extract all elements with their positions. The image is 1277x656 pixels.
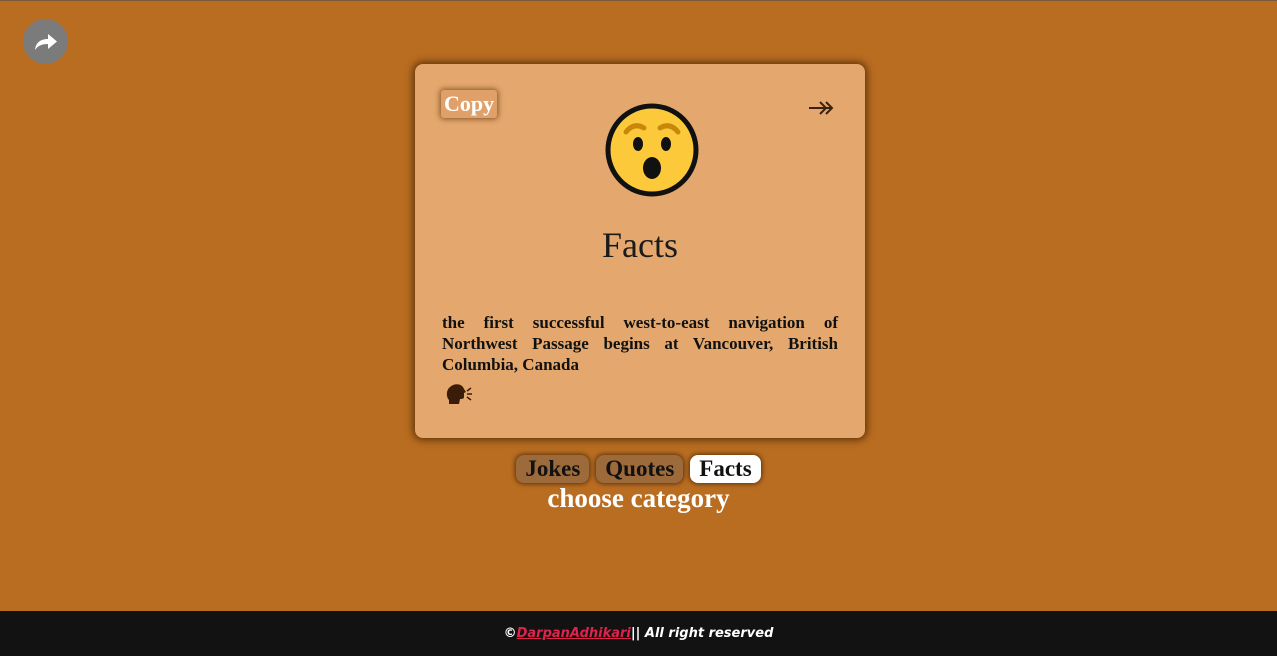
double-arrow-right-icon[interactable] xyxy=(807,98,837,118)
top-border xyxy=(0,0,1277,1)
speaking-head-icon[interactable] xyxy=(445,382,473,406)
fact-text: the first successful west-to-east naviga… xyxy=(442,313,838,374)
rights-text: || All right reserved xyxy=(630,626,774,641)
share-button[interactable] xyxy=(23,19,68,64)
surprised-face-icon xyxy=(605,103,699,197)
choose-category-label: choose category xyxy=(547,483,730,513)
footer: © DarpanAdhikari || All right reserved xyxy=(0,611,1277,656)
content-card: Copy Facts the first successful west-to-… xyxy=(415,64,865,438)
category-buttons: Jokes Quotes Facts xyxy=(0,455,1277,483)
copyright-symbol: © xyxy=(503,626,517,641)
share-arrow-icon xyxy=(34,33,57,50)
category-quotes-button[interactable]: Quotes xyxy=(596,455,684,483)
category-jokes-button[interactable]: Jokes xyxy=(516,455,590,483)
author-link[interactable]: DarpanAdhikari xyxy=(517,626,631,641)
copy-button[interactable]: Copy xyxy=(441,90,498,118)
category-facts-button[interactable]: Facts xyxy=(690,455,761,483)
card-title: Facts xyxy=(602,225,678,265)
